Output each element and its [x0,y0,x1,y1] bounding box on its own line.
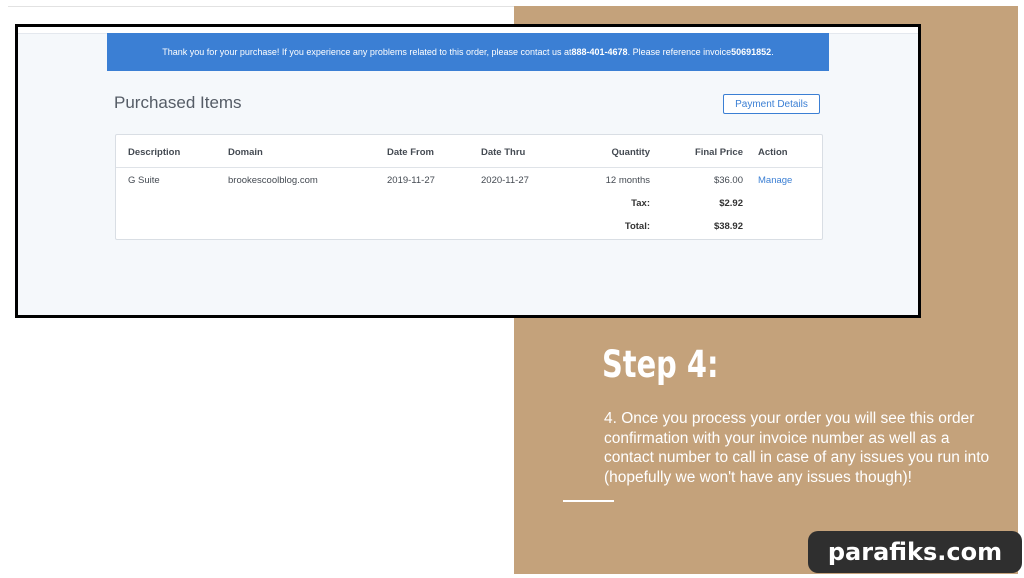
order-confirmation-screenshot: Thank you for your purchase! If you expe… [15,24,921,318]
column-header-date-thru: Date Thru [481,147,526,158]
step-description: 4. Once you process your order you will … [604,410,990,486]
total-value: $38.92 [713,221,743,232]
watermark-text: parafiks.com [827,538,1003,566]
tax-value: $2.92 [719,198,743,209]
step-title: Step 4: [602,343,719,386]
cell-quantity: 12 months [605,175,650,186]
column-header-domain: Domain [228,147,263,158]
tax-label: Tax: [631,198,650,209]
banner-text-middle: . Please reference invoice [627,47,732,57]
cell-description: G Suite [128,175,160,186]
manage-link[interactable]: Manage [758,175,792,186]
payment-details-button[interactable]: Payment Details [723,94,820,114]
banner-text-prefix: Thank you for your purchase! If you expe… [162,47,572,57]
column-header-final-price: Final Price [694,147,743,158]
column-header-quantity: Quantity [611,147,650,158]
banner-invoice-number: 50691852 [731,47,772,57]
watermark-badge: parafiks.com [808,531,1022,573]
banner-text-suffix: . [771,47,774,57]
column-header-date-from: Date From [387,147,434,158]
cell-domain: brookescoolblog.com [228,175,318,186]
purchased-items-table: Description Domain Date From Date Thru Q… [115,134,823,240]
cell-date-thru: 2020-11-27 [481,175,529,186]
page-title: Purchased Items [114,93,242,112]
slide-top-border [8,6,514,7]
total-label: Total: [624,221,650,232]
column-header-action: Action [758,147,788,158]
column-header-description: Description [128,147,181,158]
banner-phone-number: 888-401-4678 [571,47,628,57]
purchase-thank-you-banner: Thank you for your purchase! If you expe… [107,33,829,71]
table-header-divider [116,167,822,168]
decorative-divider [563,500,614,502]
cell-final-price: $36.00 [713,175,743,186]
cell-date-from: 2019-11-27 [387,175,435,186]
